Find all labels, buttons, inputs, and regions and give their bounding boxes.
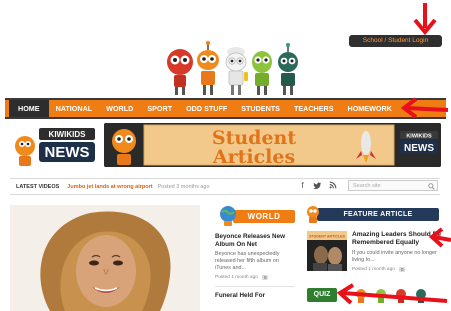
red-arrow-left-icon <box>428 227 451 248</box>
header-banner: KIWIKIDS NEWS Student Articles KIWIKIDS … <box>9 120 441 170</box>
school-student-login-button[interactable]: School / Student Login <box>349 35 442 47</box>
nav-odd-stuff[interactable]: ODD STUFF <box>179 100 234 117</box>
main-navigation: HOME NATIONAL WORLD SPORT ODD STUFF STUD… <box>5 98 446 119</box>
badge-bottom-text: NEWS <box>404 143 434 154</box>
divider <box>215 285 295 287</box>
nav-national[interactable]: NATIONAL <box>49 100 100 117</box>
feature-article-posted: Posted 1 month ago <box>352 266 395 272</box>
badge-top-text: KIWIKIDS <box>406 134 432 140</box>
orange-robot-icon <box>307 206 319 223</box>
search-input[interactable]: Search site <box>348 180 438 191</box>
nav-students[interactable]: STUDENTS <box>234 100 287 117</box>
feature-article-label: FEATURE ARTICLE <box>317 208 439 221</box>
world-article-excerpt: Beyonce has unexpectedly released her fi… <box>215 251 280 271</box>
scientist-robot-icon <box>225 47 248 95</box>
latest-videos-bar: LATEST VIDEOS Jumbo jet lands at wrong a… <box>10 178 440 195</box>
nav-homework[interactable]: HOMEWORK <box>341 100 399 117</box>
world-section-header[interactable]: WORLD <box>215 205 295 227</box>
world-section-label: WORLD <box>233 210 295 223</box>
world-article2-title[interactable]: Funeral Held For <box>215 292 295 300</box>
nav-home[interactable]: HOME <box>9 100 49 117</box>
feature-article-header: FEATURE ARTICLE <box>305 205 445 223</box>
logo-bottom-text: NEWS <box>45 144 90 161</box>
search-icon[interactable] <box>428 183 435 190</box>
comment-count-badge[interactable]: 0 <box>261 274 269 280</box>
world-article-title[interactable]: Beyonce Releases New Album On Net <box>215 233 295 248</box>
latest-videos-label: LATEST VIDEOS <box>16 183 60 190</box>
nav-world[interactable]: WORLD <box>99 100 140 117</box>
facebook-icon[interactable]: f <box>298 181 307 191</box>
feature-article-thumbnail[interactable]: STUDENT ARTICLES <box>307 231 347 271</box>
social-links: f <box>298 181 337 191</box>
beyonce-photo[interactable] <box>10 205 200 311</box>
latest-video-posted: Posted 3 months ago <box>157 183 210 190</box>
banner-line2-text: Articles <box>212 146 295 167</box>
comment-count-badge[interactable]: 0 <box>398 266 406 272</box>
red-arrow-left-icon <box>336 283 448 305</box>
world-column: WORLD Beyonce Releases New Album On Net … <box>215 205 295 299</box>
teal-robot-icon <box>278 43 298 95</box>
thumbnail-label: STUDENT ARTICLES <box>309 235 345 239</box>
world-article-meta: Posted 1 month ago 0 <box>215 274 295 280</box>
feature-article-excerpt: If you could invite anyone no longer liv… <box>352 250 437 263</box>
latest-video-link[interactable]: Jumbo jet lands at wrong airport <box>67 184 152 190</box>
logo-top-text: KIWIKIDS <box>49 130 87 139</box>
globe-robot-icon <box>220 206 236 226</box>
student-articles-banner[interactable]: Student Articles KIWIKIDS NEWS <box>104 123 441 167</box>
robot-mascots-illustration <box>167 41 298 95</box>
red-robot-icon <box>167 49 193 95</box>
rss-icon[interactable] <box>328 181 337 191</box>
kiwikids-news-logo[interactable]: KIWIKIDS NEWS <box>9 120 99 170</box>
feature-article-meta: Posted 1 month ago 0 <box>352 266 445 272</box>
world-article-posted: Posted 1 month ago <box>215 274 258 280</box>
nav-teachers[interactable]: TEACHERS <box>287 100 341 117</box>
red-arrow-down-icon <box>413 3 437 36</box>
orange-robot-icon <box>197 41 219 95</box>
red-arrow-left-icon <box>400 97 449 119</box>
twitter-icon[interactable] <box>313 181 322 191</box>
nav-sport[interactable]: SPORT <box>140 100 179 117</box>
green-robot-icon <box>252 51 272 95</box>
